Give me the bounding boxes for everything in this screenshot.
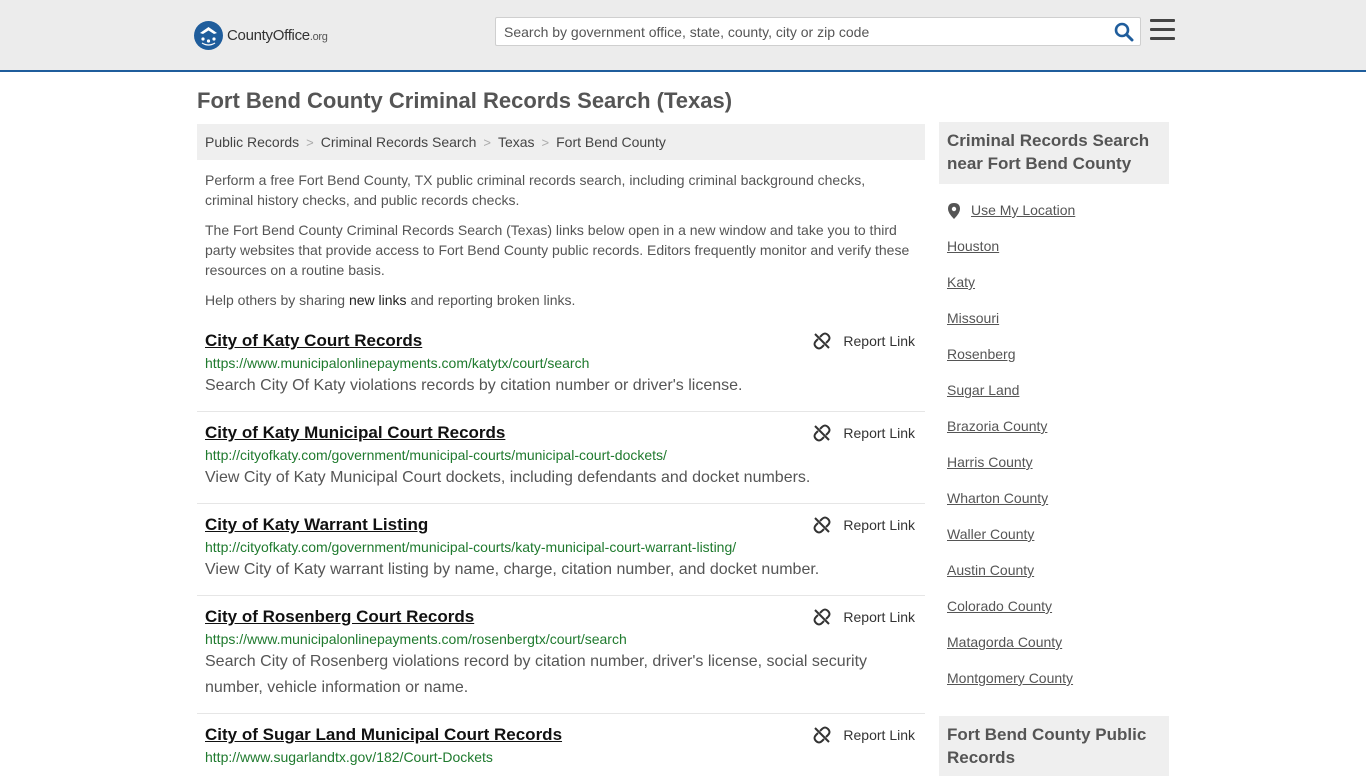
menu-bar: [1150, 37, 1175, 40]
nearby-link-waller-county[interactable]: Waller County: [947, 524, 1169, 560]
report-link-button[interactable]: Report Link: [813, 726, 915, 744]
nearby-link-missouri[interactable]: Missouri: [947, 308, 1169, 344]
logo-text: CountyOffice.org: [227, 26, 328, 44]
page-title: Fort Bend County Criminal Records Search…: [197, 88, 733, 113]
result-title-link[interactable]: City of Katy Municipal Court Records: [205, 422, 505, 443]
nearby-link-montgomery-county[interactable]: Montgomery County: [947, 668, 1169, 704]
nearby-heading-box: Criminal Records Search near Fort Bend C…: [939, 122, 1169, 184]
nearby-link-brazoria-county[interactable]: Brazoria County: [947, 416, 1169, 452]
result-url[interactable]: https://www.municipalonlinepayments.com/…: [205, 354, 917, 372]
search-input[interactable]: [496, 18, 1106, 45]
use-my-location[interactable]: Use My Location: [947, 200, 1169, 236]
nearby-link-harris-county[interactable]: Harris County: [947, 452, 1169, 488]
report-link-button[interactable]: Report Link: [813, 424, 915, 442]
use-my-location-label: Use My Location: [971, 202, 1076, 218]
broken-link-icon: [813, 424, 831, 442]
nearby-heading: Criminal Records Search near Fort Bend C…: [947, 131, 1150, 173]
result-url[interactable]: http://www.sugarlandtx.gov/182/Court-Doc…: [205, 748, 917, 766]
hamburger-menu-icon[interactable]: [1150, 19, 1175, 41]
breadcrumb-criminal-records-search[interactable]: Criminal Records Search: [321, 134, 477, 150]
map-pin-icon: [948, 203, 960, 219]
result-title-link[interactable]: City of Sugar Land Municipal Court Recor…: [205, 724, 562, 745]
nearby-links-list: Use My Location Houston Katy Missouri Ro…: [947, 200, 1169, 704]
nearby-link-houston[interactable]: Houston: [947, 236, 1169, 272]
report-link-label: Report Link: [843, 333, 915, 349]
nearby-link-colorado-county[interactable]: Colorado County: [947, 596, 1169, 632]
nearby-link-sugar-land[interactable]: Sugar Land: [947, 380, 1169, 416]
nearby-link-matagorda-county[interactable]: Matagorda County: [947, 632, 1169, 668]
result-item: City of Sugar Land Municipal Court Recor…: [197, 714, 925, 778]
result-url[interactable]: http://cityofkaty.com/government/municip…: [205, 538, 917, 556]
broken-link-icon: [813, 332, 831, 350]
intro-paragraph: Perform a free Fort Bend County, TX publ…: [205, 172, 866, 208]
report-link-button[interactable]: Report Link: [813, 516, 915, 534]
share-paragraph: Help others by sharing new links and rep…: [205, 292, 576, 308]
report-link-label: Report Link: [843, 609, 915, 625]
result-url[interactable]: http://cityofkaty.com/government/municip…: [205, 446, 917, 464]
search-icon[interactable]: [1114, 22, 1134, 42]
result-item: City of Katy Municipal Court Records Rep…: [197, 412, 925, 504]
result-description: Search City of Rosenberg violations reco…: [205, 653, 868, 696]
result-url[interactable]: https://www.municipalonlinepayments.com/…: [205, 630, 917, 648]
search-bar: [495, 17, 1141, 46]
result-description: Search City Of Katy violations records b…: [205, 377, 743, 394]
report-link-label: Report Link: [843, 727, 915, 743]
broken-link-icon: [813, 516, 831, 534]
result-title-link[interactable]: City of Katy Warrant Listing: [205, 514, 428, 535]
menu-bar: [1150, 28, 1175, 31]
logo-tld: .org: [309, 30, 328, 43]
broken-link-icon: [813, 726, 831, 744]
result-item: City of Rosenberg Court Records Report L…: [197, 596, 925, 714]
nearby-link-rosenberg[interactable]: Rosenberg: [947, 344, 1169, 380]
public-records-heading-box: Fort Bend County Public Records: [939, 716, 1169, 776]
result-title-link[interactable]: City of Rosenberg Court Records: [205, 606, 474, 627]
result-description: View City of Katy warrant listing by nam…: [205, 561, 820, 578]
breadcrumb-separator: >: [483, 134, 491, 150]
result-title-link[interactable]: City of Katy Court Records: [205, 330, 422, 351]
new-links-link[interactable]: new links: [349, 292, 407, 308]
results-list: City of Katy Court Records Report Link h…: [197, 320, 925, 778]
nearby-link-austin-county[interactable]: Austin County: [947, 560, 1169, 596]
breadcrumb-separator: >: [306, 134, 314, 150]
breadcrumb: Public Records > Criminal Records Search…: [197, 124, 925, 160]
report-link-label: Report Link: [843, 425, 915, 441]
breadcrumb-public-records[interactable]: Public Records: [205, 134, 299, 150]
report-link-label: Report Link: [843, 517, 915, 533]
nearby-link-wharton-county[interactable]: Wharton County: [947, 488, 1169, 524]
result-description: View City of Katy Municipal Court docket…: [205, 469, 811, 486]
menu-bar: [1150, 19, 1175, 22]
breadcrumb-texas[interactable]: Texas: [498, 134, 535, 150]
result-item: City of Katy Warrant Listing Report Link…: [197, 504, 925, 596]
logo-seal-icon: [194, 20, 223, 50]
disclaimer-paragraph: The Fort Bend County Criminal Records Se…: [205, 222, 910, 278]
broken-link-icon: [813, 608, 831, 626]
nearby-link-katy[interactable]: Katy: [947, 272, 1169, 308]
result-item: City of Katy Court Records Report Link h…: [197, 320, 925, 412]
site-header: CountyOffice.org: [0, 0, 1366, 72]
breadcrumb-fort-bend-county: Fort Bend County: [556, 134, 666, 150]
site-logo[interactable]: CountyOffice.org: [194, 20, 328, 50]
report-link-button[interactable]: Report Link: [813, 332, 915, 350]
public-records-heading: Fort Bend County Public Records: [947, 725, 1147, 767]
report-link-button[interactable]: Report Link: [813, 608, 915, 626]
breadcrumb-separator: >: [541, 134, 550, 150]
